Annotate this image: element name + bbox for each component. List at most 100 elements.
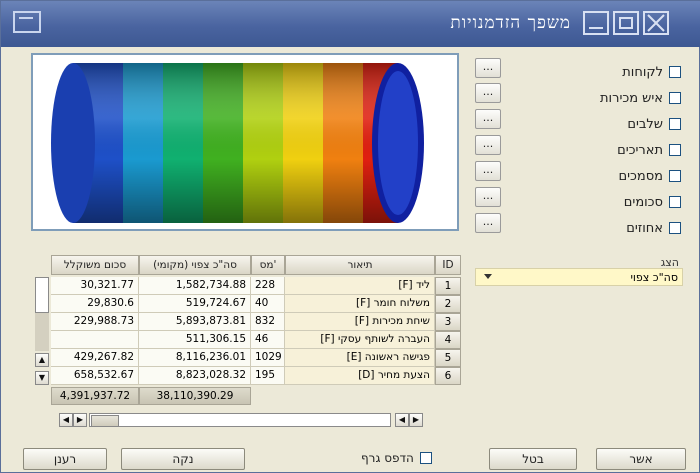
scroll-right-icon[interactable]: ▶ <box>409 413 423 427</box>
salesperson-checkbox[interactable] <box>669 92 681 104</box>
cell-weighted: 29,830.6 <box>51 295 139 313</box>
funnel-chart-preview <box>31 53 459 231</box>
customers-checkbox[interactable] <box>669 66 681 78</box>
cell-description: העברה לשותף עסקי [F] <box>285 331 435 349</box>
cell-count: 195 <box>251 367 285 385</box>
cell-description: שיחת מכירות [F] <box>285 313 435 331</box>
cell-id[interactable]: 3 <box>435 313 461 331</box>
cell-expected: 8,823,028.32 <box>139 367 251 385</box>
cell-description: פגישה ראשונה [E] <box>285 349 435 367</box>
cell-id[interactable]: 4 <box>435 331 461 349</box>
cancel-button[interactable]: בטל <box>489 448 577 470</box>
print-chart-option[interactable]: הדפס גרף <box>361 451 432 465</box>
ok-button[interactable]: אשר <box>596 448 686 470</box>
header-expected[interactable]: סה"כ צפוי (מקומי) <box>139 255 251 275</box>
window-icon <box>13 11 41 33</box>
documents-browse-button[interactable]: ... <box>475 161 501 181</box>
chevron-down-icon[interactable] <box>484 274 492 279</box>
percentages-browse-button[interactable]: ... <box>475 213 501 233</box>
cell-weighted: 30,321.77 <box>51 277 139 295</box>
filter-documents[interactable]: מסמכים <box>618 165 681 187</box>
funnel-window: משפך הזדמנויות לקוחות איש מכירות שלבים ת… <box>0 0 700 473</box>
header-description[interactable]: תיאור <box>285 255 435 275</box>
maximize-icon[interactable] <box>613 11 639 35</box>
salesperson-label: איש מכירות <box>600 90 663 106</box>
salesperson-browse-button[interactable]: ... <box>475 83 501 103</box>
filter-stages[interactable]: שלבים <box>627 113 681 135</box>
percentages-checkbox[interactable] <box>669 222 681 234</box>
cell-count: 1029 <box>251 349 285 367</box>
filter-salesperson[interactable]: איש מכירות <box>600 87 681 109</box>
refresh-button[interactable]: רענן <box>23 448 107 470</box>
filter-percentages[interactable]: אחוזים <box>626 217 681 239</box>
stages-label: שלבים <box>627 116 663 132</box>
table-header-row: סכום משוקלל סה"כ צפוי (מקומי) מס' תיאור … <box>51 255 461 275</box>
print-chart-label: הדפס גרף <box>361 451 414 465</box>
hscroll-thumb[interactable] <box>91 415 119 427</box>
display-select[interactable]: סה"כ צפוי <box>475 268 683 286</box>
filter-customers[interactable]: לקוחות <box>622 61 681 83</box>
total-weighted: 4,391,937.72 <box>51 387 139 405</box>
close-icon[interactable] <box>643 11 669 35</box>
scroll-left-icon[interactable]: ◀ <box>395 413 409 427</box>
customers-browse-button[interactable]: ... <box>475 58 501 78</box>
close-x-icon <box>647 14 665 32</box>
cell-expected: 5,893,873.81 <box>139 313 251 331</box>
header-count[interactable]: מס' <box>251 255 285 275</box>
funnel-cylinder-graphic <box>51 63 424 223</box>
table-vertical-scrollbar[interactable]: ▲ ▼ <box>35 277 49 387</box>
stages-checkbox[interactable] <box>669 118 681 130</box>
cell-id[interactable]: 5 <box>435 349 461 367</box>
header-id[interactable]: ID <box>435 255 461 275</box>
clear-button[interactable]: נקה <box>121 448 245 470</box>
cell-expected: 1,582,734.88 <box>139 277 251 295</box>
table-row[interactable]: 30,321.77 1,582,734.88 228 ליד [F] 1 <box>51 277 461 295</box>
amounts-checkbox[interactable] <box>669 196 681 208</box>
cell-description: הצעת מחיר [D] <box>285 367 435 385</box>
cell-weighted: 658,532.67 <box>51 367 139 385</box>
cell-id[interactable]: 6 <box>435 367 461 385</box>
cell-description: ליד [F] <box>285 277 435 295</box>
documents-checkbox[interactable] <box>669 170 681 182</box>
stages-browse-button[interactable]: ... <box>475 109 501 129</box>
cell-count: 832 <box>251 313 285 331</box>
amounts-browse-button[interactable]: ... <box>475 187 501 207</box>
hscroll-track[interactable] <box>89 413 391 427</box>
print-chart-checkbox[interactable] <box>419 452 432 464</box>
total-expected: 38,110,390.29 <box>139 387 251 405</box>
amounts-label: סכומים <box>623 194 663 210</box>
documents-label: מסמכים <box>618 168 663 184</box>
minimize-icon[interactable] <box>583 11 609 35</box>
table-horizontal-scrollbar[interactable]: ◀ ▶ ◀ ▶ <box>59 413 439 427</box>
customers-label: לקוחות <box>622 64 663 80</box>
scroll-right-icon[interactable]: ▶ <box>73 413 87 427</box>
vscroll-thumb[interactable] <box>35 277 49 313</box>
cell-count: 46 <box>251 331 285 349</box>
cell-id[interactable]: 2 <box>435 295 461 313</box>
filter-amounts[interactable]: סכומים <box>624 191 681 213</box>
cell-weighted: 229,988.73 <box>51 313 139 331</box>
table-row[interactable]: 29,830.6 519,724.67 40 משלוח חומר [F] 2 <box>51 295 461 313</box>
table-row[interactable]: 429,267.82 8,116,236.01 1029 פגישה ראשונ… <box>51 349 461 367</box>
vscroll-track[interactable] <box>35 313 49 351</box>
scroll-left-icon[interactable]: ◀ <box>59 413 73 427</box>
cell-expected: 519,724.67 <box>139 295 251 313</box>
cell-id[interactable]: 1 <box>435 277 461 295</box>
table-row[interactable]: 511,306.15 46 העברה לשותף עסקי [F] 4 <box>51 331 461 349</box>
cell-count: 228 <box>251 277 285 295</box>
dates-checkbox[interactable] <box>669 144 681 156</box>
scroll-down-icon[interactable]: ▼ <box>35 371 49 385</box>
cell-weighted: 429,267.82 <box>51 349 139 367</box>
dates-browse-button[interactable]: ... <box>475 135 501 155</box>
scroll-up-icon[interactable]: ▲ <box>35 353 49 367</box>
totals-row: 4,391,937.72 38,110,390.29 <box>51 387 461 405</box>
header-weighted[interactable]: סכום משוקלל <box>51 255 139 275</box>
display-select-value: סה"כ צפוי <box>630 271 678 284</box>
cell-expected: 511,306.15 <box>139 331 251 349</box>
cell-expected: 8,116,236.01 <box>139 349 251 367</box>
title-bar[interactable]: משפך הזדמנויות <box>1 1 700 47</box>
table-row[interactable]: 658,532.67 8,823,028.32 195 הצעת מחיר [D… <box>51 367 461 385</box>
table-row[interactable]: 229,988.73 5,893,873.81 832 שיחת מכירות … <box>51 313 461 331</box>
cell-weighted <box>51 331 139 349</box>
filter-dates[interactable]: תאריכים <box>617 139 681 161</box>
